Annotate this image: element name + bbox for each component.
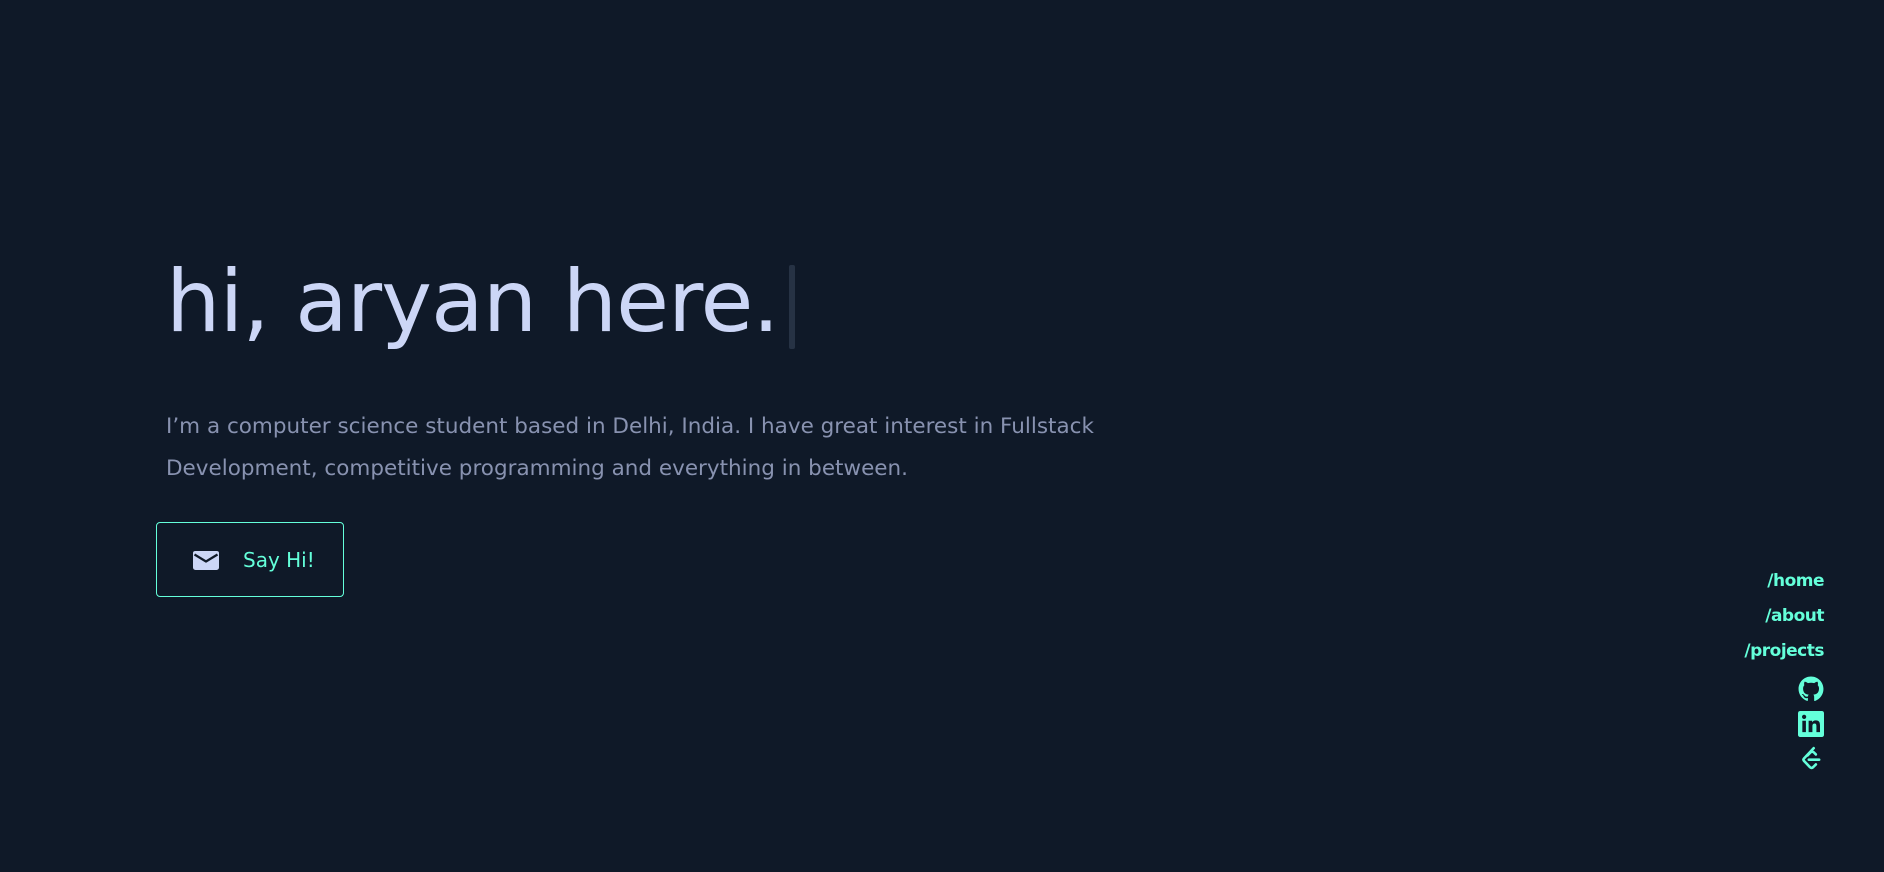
- leetcode-icon[interactable]: [1798, 746, 1824, 772]
- nav-link-about[interactable]: /about: [1765, 601, 1824, 636]
- linkedin-icon[interactable]: [1798, 711, 1824, 737]
- hero-heading: hi, aryan here.: [166, 245, 795, 352]
- say-hi-label: Say Hi!: [243, 547, 315, 572]
- nav-link-home[interactable]: /home: [1767, 566, 1824, 601]
- hero-section: hi, aryan here.: [166, 245, 795, 352]
- side-nav: /home /about /projects: [1744, 566, 1824, 781]
- envelope-icon: [193, 550, 219, 570]
- typing-cursor: [788, 265, 795, 349]
- hero-bio: I’m a computer science student based in …: [166, 414, 1094, 481]
- hero-title-text: hi, aryan here.: [166, 252, 780, 352]
- say-hi-button[interactable]: Say Hi!: [156, 522, 344, 597]
- github-icon[interactable]: [1798, 676, 1824, 702]
- nav-link-projects[interactable]: /projects: [1744, 636, 1824, 671]
